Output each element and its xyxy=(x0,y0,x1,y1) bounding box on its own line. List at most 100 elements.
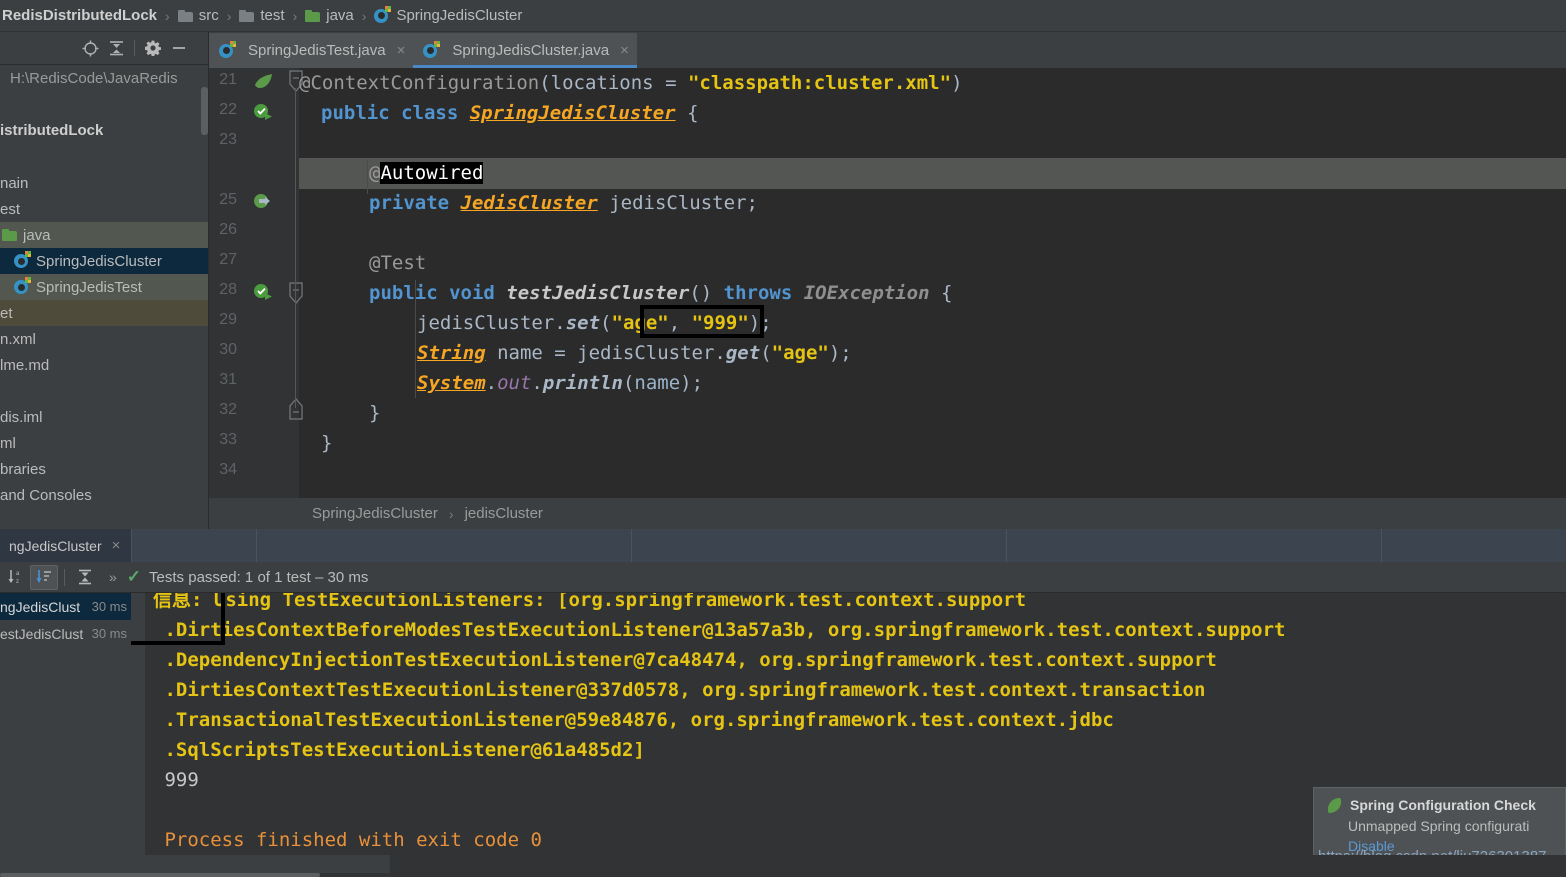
run-tab-slot xyxy=(131,529,256,562)
expand-collapse-icon[interactable] xyxy=(71,565,99,590)
code-line-25: private JedisCluster jedisCluster; xyxy=(369,192,758,214)
horizontal-scrollbar[interactable] xyxy=(0,873,320,877)
tree-item-iml[interactable]: dis.iml xyxy=(0,404,43,430)
spring-bean-icon[interactable] xyxy=(253,73,273,93)
code-line-22: public class SpringJedisCluster { xyxy=(321,102,699,124)
tree-item-label: nain xyxy=(0,174,29,192)
editor-breadcrumb[interactable]: SpringJedisCluster › jedisCluster xyxy=(209,498,1566,529)
breadcrumb-label: SpringJedisCluster xyxy=(396,7,523,24)
tree-item-label: et xyxy=(0,304,13,322)
class-icon xyxy=(14,251,31,269)
breadcrumb-item-class[interactable]: SpringJedisCluster xyxy=(370,0,526,32)
test-tree-label: estJedisClust xyxy=(0,625,84,642)
console-line-exit: Process finished with exit code 0 xyxy=(153,829,542,851)
tree-item-main[interactable]: nain xyxy=(0,170,28,196)
run-tab-springjediscluster[interactable]: ngJedisCluster × xyxy=(0,529,131,562)
tab-springjediscluster[interactable]: SpringJedisCluster.java × xyxy=(413,33,637,68)
svg-text:a: a xyxy=(16,571,20,577)
tab-springjedistest[interactable]: SpringJedisTest.java × xyxy=(209,33,414,68)
project-tool-window: H:\RedisCode\JavaRedis istributedLock na… xyxy=(0,32,209,529)
line-number: 28 xyxy=(219,281,237,298)
tree-item-libraries[interactable]: braries xyxy=(0,456,46,482)
tree-item-springjediscluster[interactable]: SpringJedisCluster xyxy=(0,248,208,274)
tree-item-readme-md[interactable]: lme.md xyxy=(0,352,49,378)
minimize-icon[interactable] xyxy=(166,35,192,61)
tree-item-label: java xyxy=(23,226,51,244)
line-number: 27 xyxy=(219,251,237,268)
line-number: 33 xyxy=(219,431,237,448)
sort-by-duration-icon[interactable] xyxy=(30,564,58,590)
breadcrumb-item-project[interactable]: RedisDistributedLock xyxy=(0,0,161,32)
close-icon[interactable]: × xyxy=(112,537,121,554)
console-line-output: 999 xyxy=(153,769,199,791)
code-line-30: String name = jedisCluster.get("age"); xyxy=(417,342,852,364)
tree-item-springjedistest[interactable]: SpringJedisTest xyxy=(0,274,208,300)
console-line: .DirtiesContextBeforeModesTestExecutionL… xyxy=(153,619,1286,641)
folder-icon xyxy=(239,9,255,22)
breadcrumb-item-java[interactable]: java xyxy=(301,0,358,32)
breadcrumb-label: test xyxy=(260,7,285,24)
breadcrumb-field[interactable]: jedisCluster xyxy=(465,505,543,522)
tree-item-test[interactable]: est xyxy=(0,196,20,222)
indent-guide xyxy=(367,160,368,194)
line-number: 30 xyxy=(219,341,237,358)
breadcrumb-separator: › xyxy=(165,7,170,24)
project-toolbar xyxy=(0,32,208,65)
indent-guide xyxy=(415,280,416,398)
breadcrumb-class[interactable]: SpringJedisCluster xyxy=(312,505,438,522)
project-scrollbar[interactable] xyxy=(201,87,208,135)
code-line-33: } xyxy=(321,432,333,454)
test-tree-row-method[interactable]: estJedisClust 30 ms xyxy=(0,620,131,647)
tree-item-scratches-consoles[interactable]: and Consoles xyxy=(0,482,92,508)
tree-item-label: SpringJedisTest xyxy=(36,278,142,296)
gear-icon[interactable] xyxy=(140,35,166,61)
run-tab-slot xyxy=(631,529,1006,562)
test-duration: 30 ms xyxy=(91,599,127,614)
code-editor[interactable]: 21 22 23 25 26 27 28 29 30 31 32 33 34 @… xyxy=(209,68,1566,498)
run-test-class-icon[interactable] xyxy=(253,103,273,123)
line-number: 34 xyxy=(219,461,237,478)
run-test-method-icon[interactable] xyxy=(253,283,273,303)
selected-text: Autowired xyxy=(380,162,484,184)
code-line-32: } xyxy=(369,402,381,424)
project-tree[interactable]: H:\RedisCode\JavaRedis istributedLock na… xyxy=(0,65,208,529)
test-results-tree[interactable]: ngJedisClust 30 ms estJedisClust 30 ms xyxy=(0,593,131,877)
code-line-21: @ContextConfiguration(locations = "class… xyxy=(299,72,963,94)
line-number: 21 xyxy=(219,71,237,88)
balloon-title: Spring Configuration Check xyxy=(1350,797,1536,813)
code-text-area[interactable]: @ContextConfiguration(locations = "class… xyxy=(299,68,1566,498)
locate-icon[interactable] xyxy=(77,35,103,61)
class-icon xyxy=(374,5,392,24)
tree-item-xml[interactable]: ml xyxy=(0,430,16,456)
class-icon xyxy=(14,277,31,295)
tree-item-resources[interactable]: et xyxy=(0,300,208,326)
breadcrumb-label: java xyxy=(326,7,354,24)
tree-item-java[interactable]: java xyxy=(0,222,208,248)
run-tab-slot xyxy=(256,529,631,562)
breadcrumb-item-test[interactable]: test xyxy=(235,0,288,32)
tree-item-path[interactable]: H:\RedisCode\JavaRedis xyxy=(10,65,178,91)
line-number: 31 xyxy=(219,371,237,388)
tab-label: SpringJedisTest.java xyxy=(248,42,386,59)
line-number: 22 xyxy=(219,101,237,118)
breadcrumb-item-src[interactable]: src xyxy=(174,0,223,32)
more-chevron-icon[interactable]: » xyxy=(109,569,117,585)
test-tree-row-class[interactable]: ngJedisClust 30 ms xyxy=(0,593,131,620)
code-line-27: @Test xyxy=(369,252,427,274)
tree-item-label: n.xml xyxy=(0,330,36,348)
tree-item-module[interactable]: istributedLock xyxy=(0,117,103,143)
console-line: .DirtiesContextTestExecutionListener@337… xyxy=(153,679,1206,701)
autowired-bean-icon[interactable] xyxy=(253,193,273,213)
tree-item-label: braries xyxy=(0,460,46,478)
folder-icon xyxy=(177,9,193,22)
tree-item-label: and Consoles xyxy=(0,486,92,504)
close-icon[interactable]: × xyxy=(397,42,406,59)
sort-alphabetically-icon[interactable]: az xyxy=(2,565,30,590)
code-line-31: System.out.println(name); xyxy=(417,372,704,394)
test-status-text: Tests passed: 1 of 1 test – 30 ms xyxy=(149,568,369,586)
collapse-all-icon[interactable] xyxy=(103,35,129,61)
tree-item-pom-xml[interactable]: n.xml xyxy=(0,326,36,352)
class-icon xyxy=(219,40,236,59)
editor-gutter[interactable]: 21 22 23 25 26 27 28 29 30 31 32 33 34 xyxy=(209,68,303,498)
close-icon[interactable]: × xyxy=(620,42,629,59)
